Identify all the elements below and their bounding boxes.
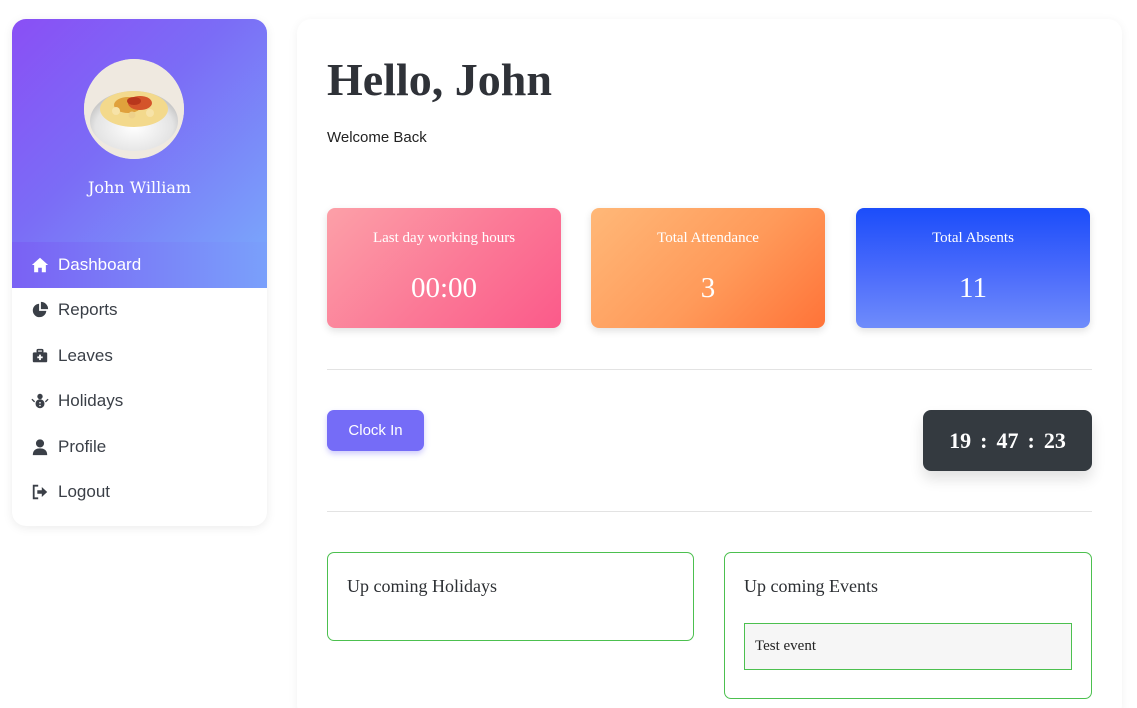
stat-label: Last day working hours <box>372 230 516 246</box>
stat-value: 00:00 <box>410 272 478 304</box>
welcome-text: Welcome Back <box>327 129 427 146</box>
stat-card-working-hours: Last day working hours 00:00 <box>327 208 561 328</box>
sidebar-item-label: Logout <box>58 482 110 502</box>
stat-card-attendance: Total Attendance 3 <box>591 208 825 328</box>
avatar <box>84 59 184 159</box>
sidebar-item-label: Profile <box>58 436 107 456</box>
stat-value: 3 <box>700 272 716 304</box>
sidebar: John William Dashboard Reports Leaves Ho… <box>12 19 267 526</box>
stat-label: Total Attendance <box>657 230 759 246</box>
profile-header: John William <box>12 19 267 242</box>
sidebar-item-dashboard[interactable]: Dashboard <box>12 242 267 288</box>
divider <box>327 511 1092 512</box>
stat-value: 11 <box>959 272 987 304</box>
clock-separator: : <box>980 427 988 453</box>
medical-kit-icon <box>30 346 50 366</box>
sidebar-item-label: Reports <box>58 300 118 320</box>
list-item[interactable]: Test event <box>744 623 1072 670</box>
panel-title: Up coming Events <box>744 576 878 596</box>
pie-chart-icon <box>30 300 50 320</box>
main-content: Hello, John Welcome Back Last day workin… <box>297 19 1122 708</box>
upcoming-events-panel: Up coming Events Test event <box>724 552 1092 699</box>
sidebar-item-leaves[interactable]: Leaves <box>12 333 267 379</box>
clock-seconds: 23 <box>1043 427 1066 453</box>
divider <box>327 369 1092 370</box>
stat-label: Total Absents <box>932 230 1014 246</box>
sidebar-item-label: Leaves <box>58 345 113 365</box>
sign-out-icon <box>30 482 50 502</box>
upcoming-holidays-panel: Up coming Holidays <box>327 552 694 641</box>
clock-separator: : <box>1027 427 1035 453</box>
panel-title: Up coming Holidays <box>347 576 497 596</box>
clock-hours: 19 <box>949 427 972 453</box>
stat-card-absents: Total Absents 11 <box>856 208 1090 328</box>
home-icon <box>30 255 50 275</box>
user-icon <box>30 437 50 457</box>
sidebar-item-holidays[interactable]: Holidays <box>12 379 267 425</box>
sidebar-item-logout[interactable]: Logout <box>12 470 267 516</box>
sidebar-item-profile[interactable]: Profile <box>12 424 267 470</box>
snowman-icon <box>30 391 50 411</box>
clock-minutes: 47 <box>996 427 1019 453</box>
clock-in-button[interactable]: Clock In <box>327 410 424 451</box>
sidebar-item-label: Holidays <box>58 391 124 411</box>
sidebar-nav: Dashboard Reports Leaves Holidays Profil… <box>12 242 267 515</box>
sidebar-item-reports[interactable]: Reports <box>12 288 267 334</box>
page-title: Hello, John <box>327 54 552 105</box>
user-name: John William <box>87 178 192 197</box>
digital-clock: 19 : 47 : 23 <box>923 410 1092 471</box>
sidebar-item-label: Dashboard <box>58 254 142 274</box>
